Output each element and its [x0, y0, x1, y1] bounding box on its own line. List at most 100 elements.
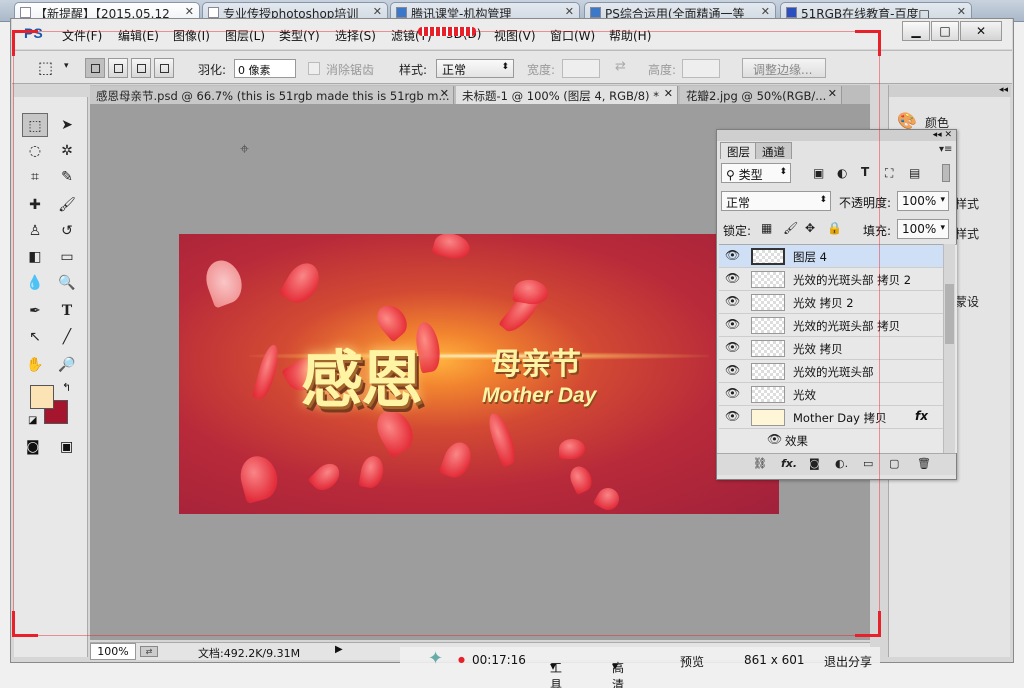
- close-icon[interactable]: ✕: [440, 87, 449, 100]
- height-input[interactable]: [682, 59, 720, 78]
- eye-icon[interactable]: 👁: [725, 386, 740, 400]
- lock-transparency-icon[interactable]: ▦: [761, 221, 772, 235]
- dock-collapse-icon[interactable]: ◂◂: [889, 85, 1011, 97]
- blur-tool-icon[interactable]: 💧: [22, 271, 48, 295]
- eraser-tool-icon[interactable]: ◧: [22, 245, 48, 269]
- swap-colors-icon[interactable]: ↰: [62, 381, 71, 394]
- add-mask-icon[interactable]: ◙: [809, 457, 820, 470]
- default-colors-icon[interactable]: ◪: [28, 415, 37, 426]
- type-tool-icon[interactable]: T: [54, 299, 80, 323]
- antialias-checkbox[interactable]: [308, 62, 320, 75]
- close-icon[interactable]: ✕: [185, 5, 194, 18]
- layer-row[interactable]: 👁 光效的光斑头部 拷贝 2: [719, 268, 944, 291]
- adjustment-filter-icon[interactable]: ◐: [837, 166, 847, 180]
- scrollbar-thumb[interactable]: [945, 284, 954, 344]
- chevron-right-icon[interactable]: ▶: [335, 644, 343, 655]
- pen-tool-icon[interactable]: ✒: [22, 299, 48, 323]
- new-selection-button[interactable]: [85, 58, 105, 78]
- eyedropper-tool-icon[interactable]: ✎: [54, 165, 80, 189]
- layer-row[interactable]: 👁 光效 拷贝 2: [719, 291, 944, 314]
- filter-kind-select[interactable]: ⚲ 类型 ⬍: [721, 163, 791, 183]
- menu-edit[interactable]: 编辑(E): [118, 27, 159, 44]
- rect-marquee-tool-icon[interactable]: ⬚: [22, 113, 48, 137]
- fill-input[interactable]: 100% ▾: [897, 219, 949, 239]
- close-icon[interactable]: ✕: [761, 5, 770, 18]
- filter-toggle[interactable]: [942, 164, 950, 182]
- smart-object-filter-icon[interactable]: ▤: [909, 166, 920, 180]
- preview-button[interactable]: 预览: [680, 653, 704, 670]
- panel-header[interactable]: ◂◂ ✕: [717, 130, 956, 141]
- clone-stamp-tool-icon[interactable]: ♙: [22, 219, 48, 243]
- crop-tool-icon[interactable]: ⌗: [22, 165, 48, 189]
- blend-mode-select[interactable]: 正常 ⬍: [721, 191, 831, 211]
- layer-row[interactable]: 👁 图层 4: [719, 245, 944, 268]
- magic-wand-tool-icon[interactable]: ✲: [54, 139, 80, 163]
- subtract-selection-button[interactable]: [131, 58, 151, 78]
- effects-row[interactable]: 👁 效果: [719, 429, 944, 452]
- eye-icon[interactable]: 👁: [725, 363, 740, 377]
- width-input[interactable]: [562, 59, 600, 78]
- close-icon[interactable]: ✕: [373, 5, 382, 18]
- lock-position-icon[interactable]: ✥: [805, 221, 815, 235]
- layer-row[interactable]: 👁 光效: [719, 383, 944, 406]
- eye-icon[interactable]: 👁: [725, 271, 740, 285]
- panel-menu-icon[interactable]: ▾≡: [939, 144, 952, 155]
- hand-tool-icon[interactable]: ✋: [22, 353, 48, 377]
- layer-row[interactable]: 👁 光效 拷贝: [719, 337, 944, 360]
- document-tab-1[interactable]: 感恩母亲节.psd @ 66.7% (this is 51rgb made th…: [90, 86, 454, 104]
- menu-select[interactable]: 选择(S): [335, 27, 376, 44]
- feather-input[interactable]: 0 像素: [234, 59, 296, 78]
- refine-edge-button[interactable]: 调整边缘...: [742, 58, 826, 78]
- eye-icon[interactable]: 👁: [725, 248, 740, 262]
- link-layers-icon[interactable]: ⛓: [753, 457, 767, 470]
- add-selection-button[interactable]: [108, 58, 128, 78]
- opacity-input[interactable]: 100% ▾: [897, 191, 949, 211]
- eye-icon[interactable]: 👁: [725, 294, 740, 308]
- layer-row[interactable]: 👁 Mother Day 拷贝 fx: [719, 406, 944, 429]
- trash-icon[interactable]: 🗑: [917, 457, 931, 470]
- menu-view[interactable]: 视图(V): [494, 27, 536, 44]
- shape-filter-icon[interactable]: ⛶: [885, 166, 893, 181]
- path-selection-tool-icon[interactable]: ↖: [22, 325, 48, 349]
- healing-brush-tool-icon[interactable]: ✚: [22, 193, 48, 217]
- close-icon[interactable]: ✕: [565, 5, 574, 18]
- zoom-field[interactable]: 100%: [90, 643, 136, 660]
- zoom-tool-icon[interactable]: 🔎: [54, 353, 80, 377]
- screen-mode-icon[interactable]: ▣: [60, 439, 73, 455]
- intersect-selection-button[interactable]: [154, 58, 174, 78]
- document-tab-2[interactable]: 未标题-1 @ 100% (图层 4, RGB/8) * ✕: [456, 86, 678, 104]
- line-tool-icon[interactable]: ╱: [54, 325, 80, 349]
- gradient-tool-icon[interactable]: ▭: [54, 245, 80, 269]
- history-brush-tool-icon[interactable]: ↺: [54, 219, 80, 243]
- document-tab-3[interactable]: 花瓣2.jpg @ 50%(RGB/... ✕: [680, 86, 842, 104]
- menu-type[interactable]: 类型(Y): [279, 27, 320, 44]
- lasso-tool-icon[interactable]: ◌: [22, 139, 48, 163]
- add-fx-icon[interactable]: fx.: [781, 457, 797, 470]
- menu-help[interactable]: 帮助(H): [609, 27, 651, 44]
- lock-all-icon[interactable]: 🔒: [827, 221, 842, 235]
- type-filter-icon[interactable]: T: [861, 165, 869, 179]
- foreground-color-swatch[interactable]: [30, 385, 54, 409]
- minimize-button[interactable]: ▁: [902, 21, 930, 41]
- exit-share-button[interactable]: 退出分享: [824, 653, 872, 670]
- new-layer-icon[interactable]: ▢: [889, 457, 899, 470]
- tab-layers[interactable]: 图层: [720, 142, 757, 159]
- marquee-preset-icon[interactable]: ⬚: [38, 58, 53, 77]
- menu-image[interactable]: 图像(I): [173, 27, 210, 44]
- close-icon[interactable]: ✕: [957, 5, 966, 18]
- maximize-button[interactable]: □: [931, 21, 959, 41]
- layer-list-scrollbar[interactable]: [943, 244, 955, 453]
- chevron-down-icon[interactable]: ▾: [64, 61, 69, 71]
- recording-frame-handle[interactable]: [418, 27, 476, 36]
- move-tool-icon[interactable]: ➤: [54, 113, 80, 137]
- menu-layer[interactable]: 图层(L): [225, 27, 265, 44]
- image-filter-icon[interactable]: ▣: [813, 166, 824, 180]
- close-icon[interactable]: ✕: [664, 87, 673, 100]
- eye-icon[interactable]: 👁: [725, 317, 740, 331]
- close-window-button[interactable]: ✕: [960, 21, 1002, 41]
- layer-row[interactable]: 👁 光效的光斑头部: [719, 360, 944, 383]
- artwork-image[interactable]: 感恩 母亲节 Mother Day: [179, 234, 779, 514]
- style-select[interactable]: 正常 ⬍: [436, 59, 514, 78]
- eye-icon[interactable]: 👁: [725, 409, 740, 423]
- layer-row[interactable]: 👁 光效的光斑头部 拷贝: [719, 314, 944, 337]
